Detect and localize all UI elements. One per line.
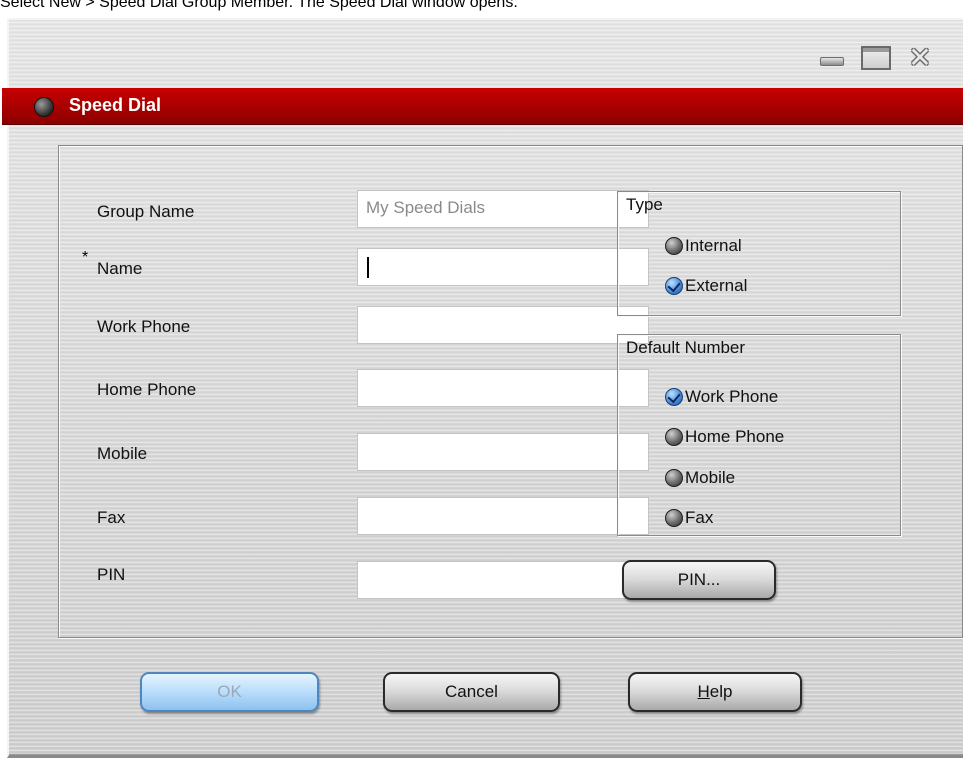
required-marker: * (82, 249, 89, 266)
pin-button[interactable]: PIN... (622, 560, 776, 600)
radio-internal-label: Internal (685, 236, 742, 255)
radio-default-work-phone[interactable]: Work Phone (665, 387, 778, 407)
radio-external-label: External (685, 276, 748, 295)
radio-default-fax-label: Fax (685, 508, 714, 527)
mobile-field[interactable] (357, 433, 649, 471)
radio-default-mobile-label: Mobile (685, 468, 736, 487)
ok-button[interactable]: OK (140, 672, 319, 712)
group-name-field[interactable]: My Speed Dials (357, 190, 649, 228)
type-group: Type Internal External (617, 191, 901, 316)
window-title: Speed Dial (69, 95, 162, 115)
radio-checked-icon (665, 388, 683, 406)
radio-default-work-phone-label: Work Phone (685, 387, 779, 406)
radio-unchecked-icon (665, 469, 683, 487)
cancel-button[interactable]: Cancel (383, 672, 560, 712)
help-label-rest: elp (709, 682, 733, 701)
fax-label: Fax (97, 508, 126, 527)
mobile-label: Mobile (97, 444, 148, 463)
help-mnemonic: H (697, 682, 710, 701)
title-bar: Speed Dial (2, 88, 963, 125)
radio-default-home-phone-label: Home Phone (685, 427, 785, 446)
name-label: Name (97, 259, 143, 278)
minimize-icon[interactable] (817, 46, 847, 70)
radio-unchecked-icon (665, 428, 683, 446)
name-field[interactable] (357, 248, 649, 286)
window-status-icon (34, 97, 54, 117)
home-phone-field[interactable] (357, 369, 649, 407)
close-icon[interactable]: ✕ (905, 44, 935, 72)
text-cursor (367, 257, 369, 278)
radio-default-home-phone[interactable]: Home Phone (665, 427, 784, 447)
default-number-group-title: Default Number (626, 338, 746, 357)
radio-unchecked-icon (665, 509, 683, 527)
type-group-title: Type (626, 195, 663, 214)
radio-default-mobile[interactable]: Mobile (665, 468, 735, 488)
pin-label: PIN (97, 565, 126, 584)
help-button[interactable]: Help (628, 672, 802, 712)
radio-default-fax[interactable]: Fax (665, 508, 713, 528)
radio-external[interactable]: External (665, 276, 747, 296)
radio-internal[interactable]: Internal (665, 236, 742, 256)
speed-dial-window: ✕ Speed Dial Group Name * Name Work Phon… (2, 18, 963, 758)
home-phone-label: Home Phone (97, 380, 197, 399)
instruction-caption: Select New > Speed Dial Group Member. Th… (0, 0, 518, 11)
fax-field[interactable] (357, 497, 649, 535)
maximize-icon[interactable] (861, 46, 891, 70)
window-controls: ✕ (817, 44, 935, 72)
group-name-label: Group Name (97, 202, 195, 221)
form-panel: Group Name * Name Work Phone Home Phone … (58, 145, 963, 638)
radio-checked-icon (665, 277, 683, 295)
work-phone-field[interactable] (357, 306, 649, 344)
pin-field[interactable] (357, 561, 649, 599)
work-phone-label: Work Phone (97, 317, 191, 336)
radio-unchecked-icon (665, 237, 683, 255)
default-number-group: Default Number Work Phone Home Phone Mob… (617, 334, 901, 536)
